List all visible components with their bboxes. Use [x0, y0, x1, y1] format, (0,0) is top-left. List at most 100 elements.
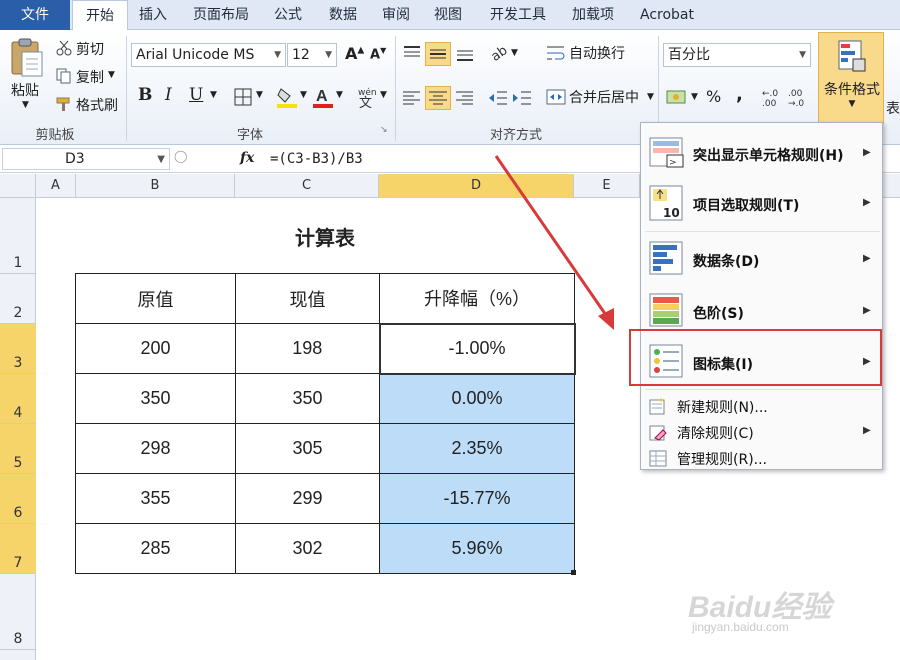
table-cell[interactable]: 355: [75, 473, 236, 524]
merge-center-icon: [546, 89, 566, 105]
row-header-1[interactable]: 1: [0, 198, 36, 274]
increase-decimal-icon[interactable]: ←.0.00: [762, 86, 784, 108]
baidu-watermark: Baidu经验 jingyan.baidu.com: [688, 580, 878, 640]
table-cell[interactable]: 305: [235, 423, 380, 474]
menu-item-manage-rules[interactable]: 管理规则(R)...: [641, 447, 882, 471]
align-middle-button[interactable]: [425, 42, 451, 66]
row-header-2[interactable]: 2: [0, 274, 36, 324]
row-header-4[interactable]: 4: [0, 374, 36, 424]
table-cell[interactable]: 299: [235, 473, 380, 524]
paste-label[interactable]: 粘贴: [11, 80, 39, 100]
copy-dropdown-icon[interactable]: ▼: [108, 70, 115, 80]
decrease-decimal-icon[interactable]: .00→.0: [788, 86, 810, 108]
decrease-indent-icon[interactable]: [488, 90, 508, 106]
phonetic-dropdown-icon[interactable]: ▼: [380, 90, 387, 100]
borders-dropdown-icon[interactable]: ▼: [256, 90, 263, 100]
selected-cell[interactable]: 0.00%: [379, 373, 575, 424]
underline-dropdown-icon[interactable]: ▼: [210, 90, 217, 100]
wrap-text-button[interactable]: 自动换行: [569, 43, 625, 63]
font-color-icon[interactable]: A: [312, 85, 334, 109]
font-color-dropdown-icon[interactable]: ▼: [336, 90, 343, 100]
fill-color-dropdown-icon[interactable]: ▼: [300, 90, 307, 100]
align-bottom-icon[interactable]: [455, 44, 475, 62]
number-format-select[interactable]: 百分比 ▼: [663, 43, 811, 67]
align-center-button[interactable]: [425, 86, 451, 110]
menu-item-data-bars[interactable]: 数据条(D) ▶: [641, 237, 882, 283]
format-painter-button[interactable]: 格式刷: [76, 95, 118, 115]
tab-page-layout[interactable]: 页面布局: [185, 0, 257, 30]
menu-item-new-rule[interactable]: 新建规则(N)...: [641, 395, 882, 419]
row-header-6[interactable]: 6: [0, 474, 36, 524]
copy-button[interactable]: 复制: [76, 67, 104, 87]
formula-input[interactable]: =(C3-B3)/B3: [270, 151, 363, 167]
tab-home[interactable]: 开始: [72, 0, 128, 31]
column-header-c[interactable]: C: [235, 174, 379, 198]
header-cell-original[interactable]: 原值: [75, 273, 236, 324]
fill-color-icon[interactable]: [276, 85, 298, 109]
column-header-a[interactable]: A: [36, 174, 76, 198]
table-cell[interactable]: 302: [235, 523, 380, 574]
cut-button[interactable]: 剪切: [76, 39, 104, 59]
font-size-select[interactable]: 12 ▼: [287, 43, 337, 67]
color-scales-icon: [649, 293, 683, 327]
align-top-icon[interactable]: [402, 44, 422, 62]
formula-bar-handle-icon[interactable]: ◯: [174, 149, 187, 163]
table-cell[interactable]: 200: [75, 323, 236, 374]
menu-item-clear-rules[interactable]: 清除规则(C) ▶: [641, 421, 882, 445]
conditional-format-button[interactable]: 条件格式 ▼: [818, 32, 884, 124]
accounting-format-icon[interactable]: [666, 86, 690, 108]
fill-handle[interactable]: [571, 570, 576, 575]
borders-icon[interactable]: [234, 88, 252, 106]
merge-dropdown-icon[interactable]: ▼: [647, 92, 654, 102]
font-name-select[interactable]: Arial Unicode MS ▼: [131, 43, 286, 67]
tab-insert[interactable]: 插入: [132, 0, 174, 30]
accounting-dropdown-icon[interactable]: ▼: [691, 92, 698, 102]
menu-item-highlight-cells[interactable]: > 突出显示单元格规则(H) ▶: [641, 131, 882, 177]
tab-file[interactable]: 文件: [0, 0, 70, 30]
row-header-3[interactable]: 3: [0, 324, 36, 374]
tab-acrobat[interactable]: Acrobat: [632, 0, 702, 30]
menu-item-top-bottom-rules[interactable]: 10 项目选取规则(T) ▶: [641, 181, 882, 227]
selected-cell[interactable]: -15.77%: [379, 473, 575, 524]
tab-review[interactable]: 审阅: [374, 0, 418, 30]
bold-button[interactable]: B: [138, 85, 152, 105]
row-header-5[interactable]: 5: [0, 424, 36, 474]
shrink-font-icon[interactable]: A▼: [370, 46, 386, 62]
selected-cell[interactable]: 5.96%: [379, 523, 575, 574]
table-cell[interactable]: 285: [75, 523, 236, 574]
paste-dropdown-icon[interactable]: ▼: [22, 100, 29, 110]
table-cell[interactable]: 350: [75, 373, 236, 424]
insert-function-button[interactable]: fx: [240, 150, 254, 166]
header-cell-current[interactable]: 现值: [235, 273, 380, 324]
row-header-7[interactable]: 7: [0, 524, 36, 574]
column-header-b[interactable]: B: [76, 174, 235, 198]
row-header-8[interactable]: 8: [0, 574, 36, 650]
select-all-corner[interactable]: [0, 174, 36, 198]
paste-icon[interactable]: [8, 36, 46, 78]
tab-formulas[interactable]: 公式: [266, 0, 310, 30]
grow-font-icon[interactable]: A▲: [345, 44, 364, 63]
percent-style-button[interactable]: %: [706, 87, 721, 106]
name-box[interactable]: D3 ▼: [2, 148, 170, 170]
comma-style-button[interactable]: ,: [736, 84, 743, 105]
underline-button[interactable]: U: [189, 85, 203, 105]
increase-indent-icon[interactable]: [512, 90, 532, 106]
selected-cell[interactable]: 2.35%: [379, 423, 575, 474]
orientation-icon[interactable]: ab: [488, 42, 510, 62]
tab-addins[interactable]: 加载项: [564, 0, 622, 30]
merge-center-button[interactable]: 合并后居中: [569, 87, 639, 107]
menu-divider: [645, 231, 880, 232]
italic-button[interactable]: I: [165, 85, 172, 105]
tab-data[interactable]: 数据: [321, 0, 365, 30]
orientation-dropdown-icon[interactable]: ▼: [511, 48, 518, 58]
tab-developer[interactable]: 开发工具: [482, 0, 554, 30]
align-right-icon[interactable]: [455, 90, 475, 106]
font-dialog-launcher-icon[interactable]: ↘: [380, 125, 388, 135]
table-cell[interactable]: 350: [235, 373, 380, 424]
align-left-icon[interactable]: [402, 90, 422, 106]
table-cell[interactable]: 298: [75, 423, 236, 474]
format-as-table-partial-label[interactable]: 表: [886, 98, 900, 118]
tab-view[interactable]: 视图: [426, 0, 470, 30]
table-cell[interactable]: 198: [235, 323, 380, 374]
phonetic-guide-icon[interactable]: wén文: [356, 85, 380, 109]
